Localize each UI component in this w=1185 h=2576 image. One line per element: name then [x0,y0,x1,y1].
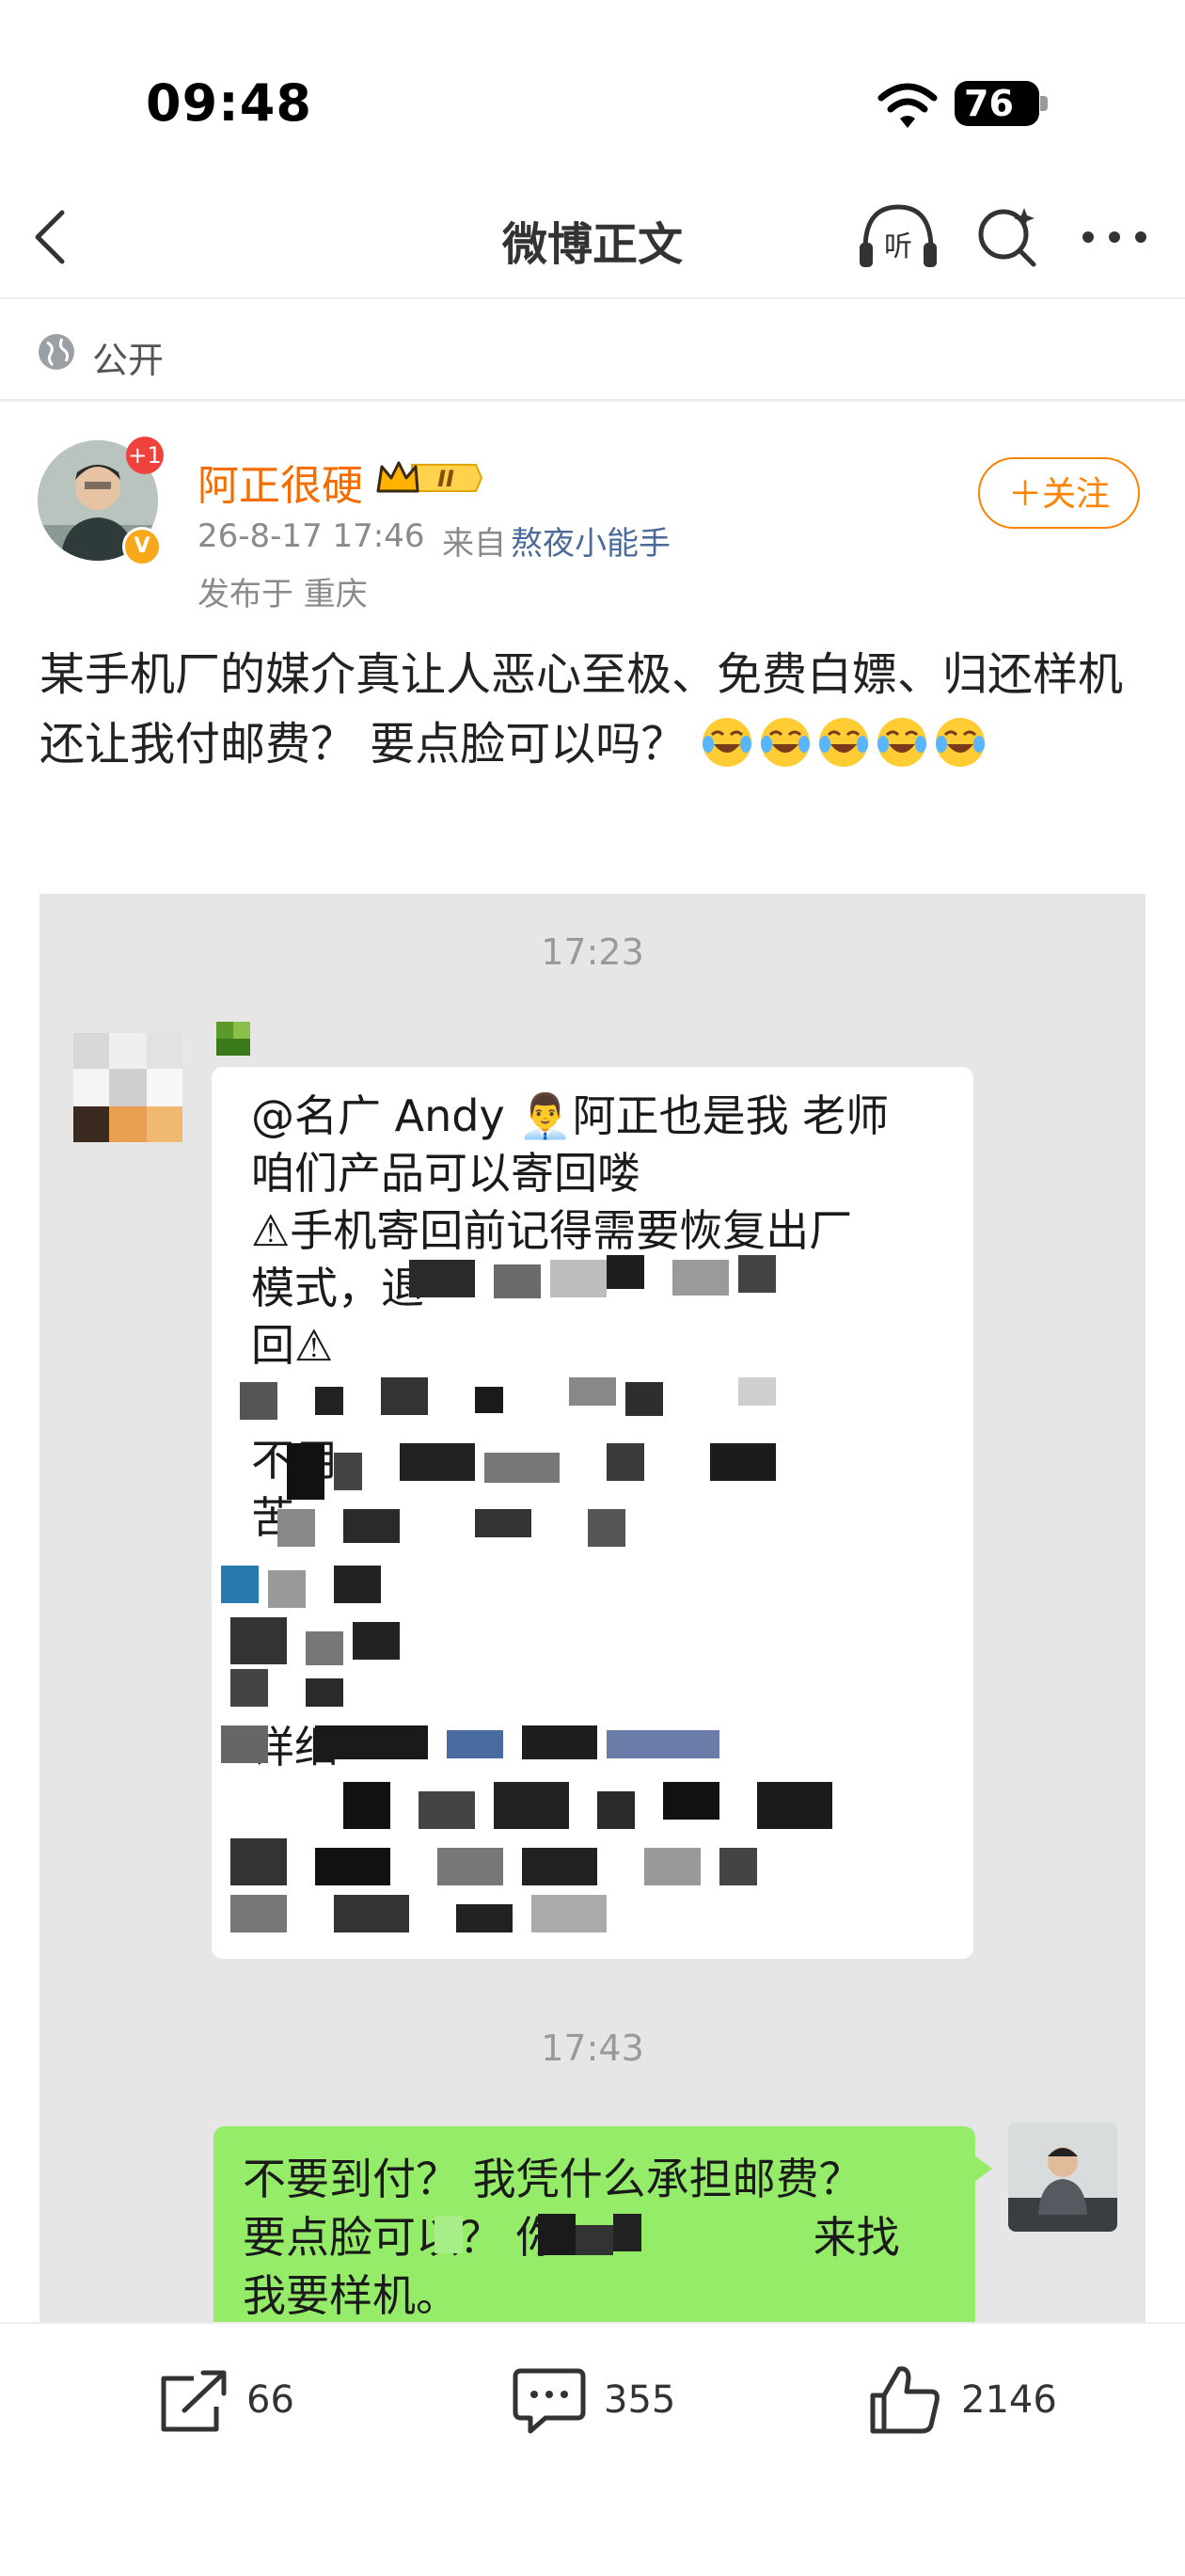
verified-badge: V [122,527,162,566]
bubble-tail-icon [973,2155,992,2183]
comment-count[interactable]: 355 [604,2378,675,2422]
comment-icon[interactable] [512,2365,587,2437]
listen-label: 听 [884,231,912,263]
laugh-cry-emoji-icon [702,718,751,767]
nav-divider [0,297,1185,299]
sender-avatar-pixelated [73,1033,182,1142]
my-avatar [1008,2123,1117,2232]
avatar-photo-icon [1008,2123,1117,2232]
post-source-prefix: 来自 [442,525,506,563]
laugh-cry-emoji-icon [760,718,810,767]
chat-timestamp: 17:23 [541,931,644,973]
visibility-label: 公开 [92,340,165,381]
globe-icon [39,334,74,370]
vip-crown-icon[interactable]: II [374,457,483,499]
follow-button[interactable]: ＋关注 [978,457,1140,529]
author-name[interactable]: 阿正很硬 [198,452,363,512]
more-options-icon[interactable] [1077,218,1152,256]
notification-badge: +1 [126,437,164,474]
level-badge: II [437,466,454,492]
post-image-chat-screenshot[interactable]: 17:23 @名广 Andy 👨‍💼阿正也是我 老师 咱们产品可以寄回喽 ⚠手机… [40,894,1146,2324]
laugh-cry-emoji-icon [877,718,926,767]
search-icon[interactable] [973,202,1041,270]
chat-timestamp: 17:43 [541,2027,644,2069]
chat-line-part: 来找 [813,2212,900,2263]
chat-line: 我要样机。 [243,2270,459,2321]
laugh-cry-emoji-icon [935,718,985,767]
post-location: 发布于 重庆 [198,576,368,613]
listen-headphones-icon[interactable]: 听 [856,198,940,273]
laugh-cry-emoji-icon [818,718,868,767]
sender-name-pixelated [216,1022,250,1056]
battery-indicator: 76 [955,81,1039,126]
battery-cap [1040,96,1048,111]
mosaic-censor-overlay [434,2206,660,2261]
repost-icon[interactable] [156,2369,231,2435]
bottom-action-bar [0,2322,1185,2576]
like-count[interactable]: 2146 [961,2378,1057,2422]
section-divider [0,399,1185,402]
post-source-app-link[interactable]: 熬夜小能手 [511,517,671,564]
post-timestamp: 26-8-17 17:46 [198,517,425,555]
status-time: 09:48 [146,73,312,133]
post-body: 某手机厂的媒介真让人恶心至极、免费白嫖、归还样机还让我付邮费？ 要点脸可以吗？ [40,640,1149,779]
wifi-icon [877,83,938,128]
repost-count[interactable]: 66 [246,2378,294,2422]
chat-line: 不要到付？ 我凭什么承担邮费？ [243,2154,862,2204]
like-thumbs-up-icon[interactable] [867,2361,942,2437]
mosaic-censor-overlay [212,1067,973,1959]
